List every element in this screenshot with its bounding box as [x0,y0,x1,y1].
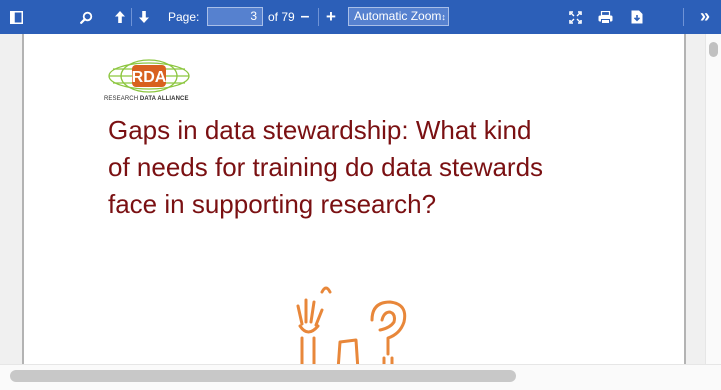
pdf-page: RDA RESEARCH DATA ALLIANCE Gaps in data … [22,34,686,364]
page-number-input[interactable]: 3 [207,7,263,26]
print-icon [598,10,612,24]
search-button[interactable] [77,0,95,34]
horizontal-scrollbar-thumb[interactable] [10,370,516,382]
logo-caption-light: RESEARCH [104,96,139,102]
zoom-in-button[interactable]: + [324,0,338,34]
next-page-button[interactable] [136,0,152,34]
title-line: face in supporting research? [108,189,437,219]
zoom-select-value: Automatic Zoom [354,9,442,23]
download-button[interactable] [628,0,646,34]
page-label: Page: [168,10,200,24]
print-button[interactable] [595,0,615,34]
logo-text: RDA [132,69,167,86]
zoom-select[interactable]: Automatic Zoom↕ [348,7,449,26]
previous-page-button[interactable] [112,0,128,34]
presentation-mode-icon [568,10,582,24]
question-doodle-illustration [286,280,426,364]
page-count: of 79 [268,10,295,24]
toolbar-separator [131,8,132,26]
document-title: Gaps in data stewardship: What kind of n… [108,112,668,223]
vertical-scrollbar-thumb[interactable] [709,42,718,57]
rda-logo: RDA [104,58,194,99]
previous-page-icon [115,11,125,23]
sidebar-toggle-icon [9,10,23,24]
chevron-updown-icon: ↕ [441,12,446,22]
presentation-mode-button[interactable] [566,0,584,34]
logo-caption: RESEARCH DATA ALLIANCE [104,96,189,102]
logo-caption-bold: DATA ALLIANCE [139,96,189,102]
next-page-icon [139,11,149,23]
download-icon [631,10,643,24]
title-line: Gaps in data stewardship: What kind [108,115,532,145]
tools-button[interactable]: » [695,0,715,34]
toolbar-separator [683,8,684,26]
toolbar-separator [318,8,319,26]
sidebar-toggle-button[interactable] [6,0,26,34]
title-line: of needs for training do data stewards [108,152,544,182]
zoom-out-button[interactable]: – [298,0,312,34]
search-icon [79,11,92,24]
vertical-scrollbar[interactable] [705,34,721,364]
